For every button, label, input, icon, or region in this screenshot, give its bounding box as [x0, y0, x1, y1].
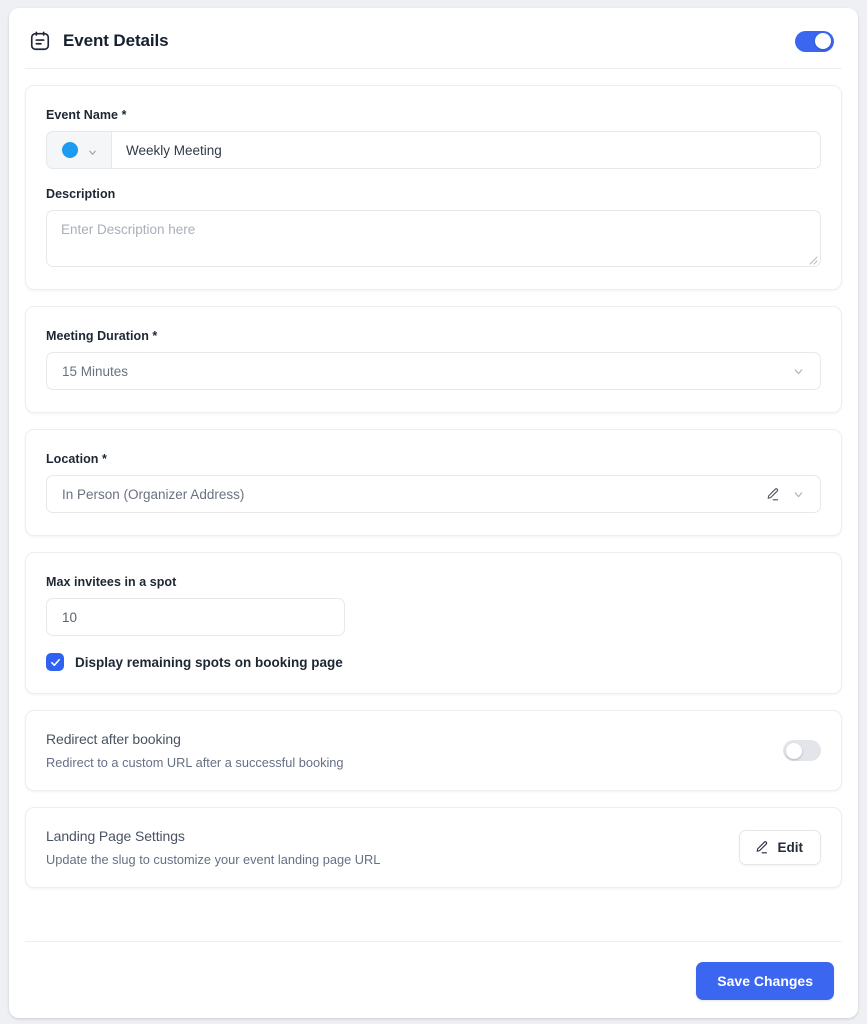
location-value: In Person (Organizer Address) — [62, 486, 245, 502]
description-wrap — [46, 210, 821, 267]
location-select[interactable]: In Person (Organizer Address) — [46, 475, 821, 513]
edit-landing-page-button[interactable]: Edit — [738, 830, 821, 865]
redirect-toggle[interactable] — [783, 740, 821, 761]
save-changes-button[interactable]: Save Changes — [696, 962, 834, 1000]
meeting-duration-select[interactable]: 15 Minutes — [46, 352, 821, 390]
redirect-row: Redirect after booking Redirect to a cus… — [46, 731, 821, 770]
redirect-title: Redirect after booking — [46, 731, 181, 747]
field-event-name: Event Name * — [46, 108, 821, 169]
card-landing-page-settings: Landing Page Settings Update the slug to… — [25, 807, 842, 888]
display-remaining-spots-label: Display remaining spots on booking page — [75, 654, 343, 670]
card-meeting-duration: Meeting Duration * 15 Minutes — [25, 306, 842, 413]
location-icons — [765, 487, 805, 502]
meeting-duration-icons — [792, 365, 805, 378]
event-name-input[interactable] — [111, 131, 821, 169]
panel-footer: Save Changes — [9, 942, 858, 1018]
event-name-label: Event Name * — [46, 108, 127, 122]
chevron-down-icon — [792, 488, 805, 501]
edit-pencil-icon — [754, 840, 769, 855]
event-note-icon — [29, 30, 51, 52]
landing-subtitle: Update the slug to customize your event … — [46, 852, 381, 867]
edit-pencil-icon[interactable] — [765, 487, 780, 502]
redirect-text: Redirect after booking Redirect to a cus… — [46, 731, 783, 770]
display-remaining-spots-checkbox[interactable] — [46, 653, 64, 671]
card-redirect-after-booking: Redirect after booking Redirect to a cus… — [25, 710, 842, 791]
panel-body: Event Name * Weekly Meeting Description … — [9, 69, 858, 941]
panel-header-left: Event Details — [29, 30, 169, 52]
card-event-details: Event Name * Weekly Meeting Description … — [25, 85, 842, 290]
max-invitees-input[interactable] — [46, 598, 345, 636]
field-description: Description — [46, 187, 821, 267]
landing-row: Landing Page Settings Update the slug to… — [46, 828, 821, 867]
toggle-knob — [815, 33, 831, 49]
panel-header: Event Details — [9, 8, 858, 68]
description-label: Description — [46, 187, 116, 201]
page-title: Event Details — [63, 31, 169, 50]
redirect-subtitle: Redirect to a custom URL after a success… — [46, 755, 344, 770]
description-textarea[interactable] — [46, 210, 821, 267]
chevron-down-icon — [87, 145, 98, 156]
check-icon — [50, 658, 60, 666]
toggle-knob — [785, 742, 802, 759]
edit-button-label: Edit — [777, 840, 804, 855]
landing-title: Landing Page Settings — [46, 828, 185, 844]
chevron-down-icon — [792, 365, 805, 378]
page-root: Event Details Event Name * Weekly Meetin… — [0, 0, 867, 1024]
meeting-duration-label: Meeting Duration * — [46, 329, 158, 343]
event-enabled-toggle[interactable] — [795, 30, 834, 52]
meeting-duration-value: 15 Minutes — [62, 363, 129, 379]
card-max-invitees: Max invitees in a spot Display remaining… — [25, 552, 842, 694]
max-invitees-label: Max invitees in a spot — [46, 575, 177, 589]
location-label: Location * — [46, 452, 107, 466]
landing-text: Landing Page Settings Update the slug to… — [46, 828, 739, 867]
color-swatch-icon — [62, 142, 78, 158]
event-color-picker[interactable] — [46, 131, 111, 169]
event-details-panel: Event Details Event Name * Weekly Meetin… — [9, 8, 858, 1018]
event-name-row — [46, 131, 821, 169]
card-location: Location * In Person (Organizer Address) — [25, 429, 842, 536]
display-remaining-spots-row[interactable]: Display remaining spots on booking page — [46, 653, 821, 671]
